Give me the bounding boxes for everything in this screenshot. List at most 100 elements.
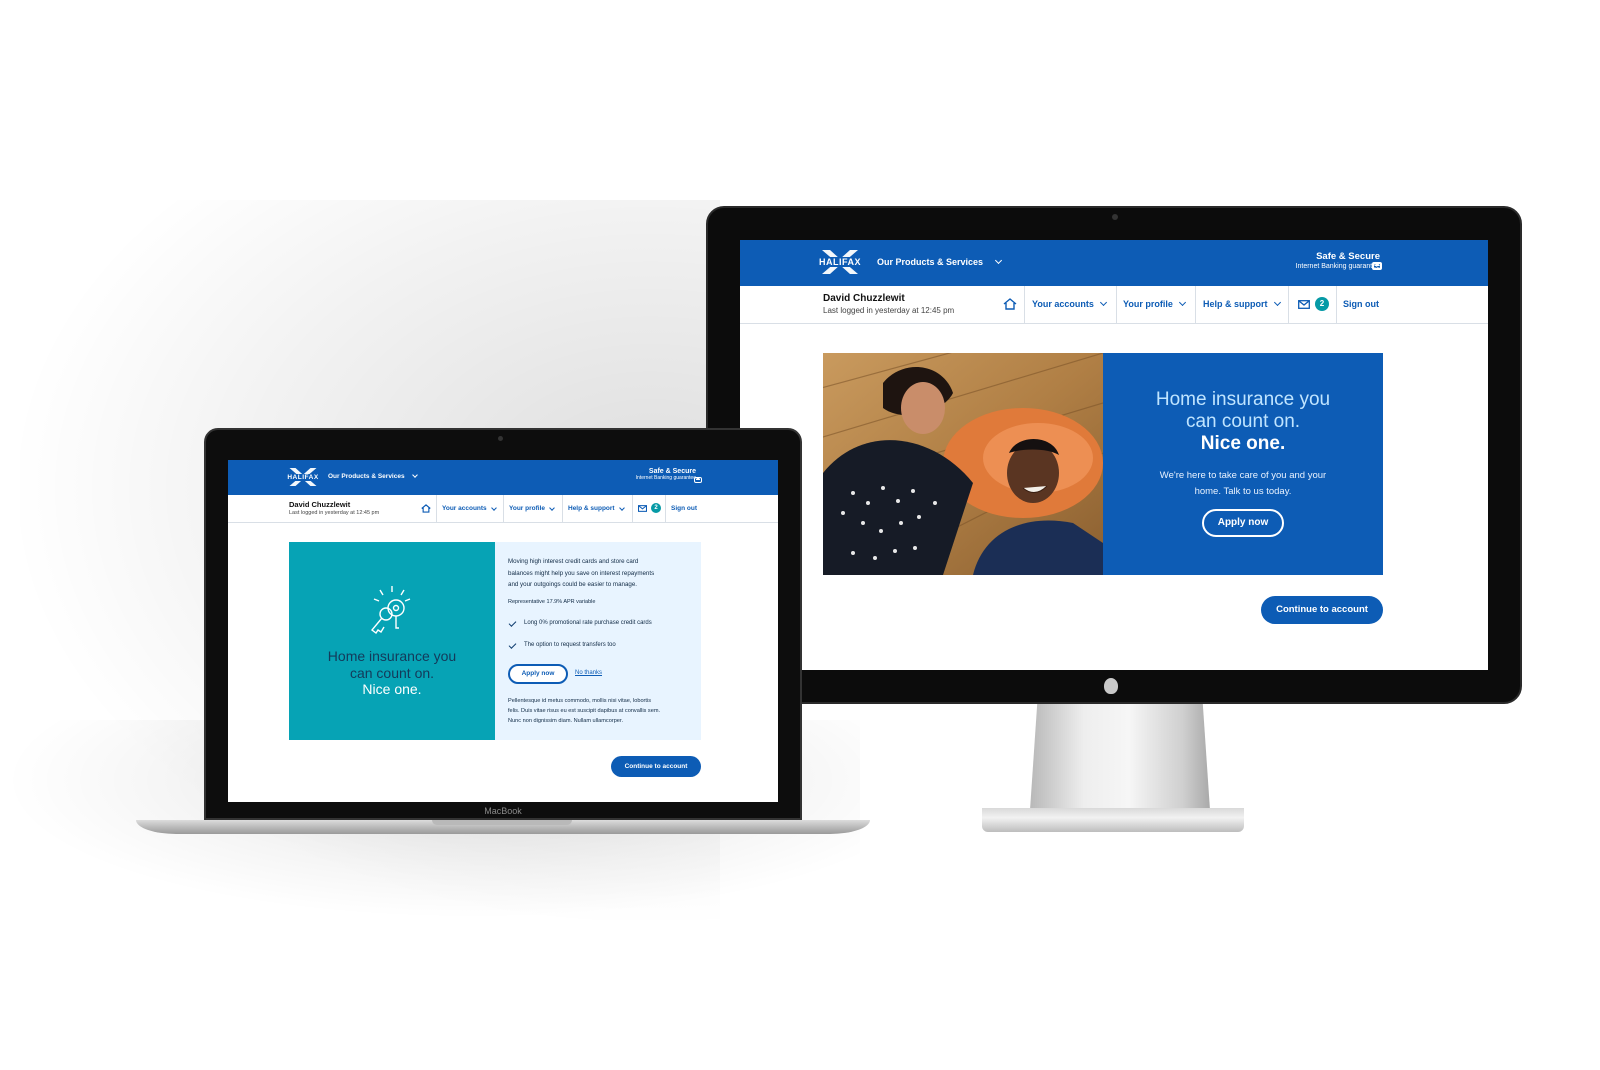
hero-headline-line1: Home insurance you bbox=[1155, 389, 1331, 410]
nav-your-accounts-label: Your accounts bbox=[1032, 299, 1094, 309]
hero-photo-couple bbox=[823, 353, 1103, 575]
sign-out-link[interactable]: Sign out bbox=[671, 505, 697, 512]
hero-body-line2: home. Talk to us today. bbox=[1194, 486, 1292, 497]
teal-headline-line1: Home insurance you bbox=[327, 648, 457, 664]
divider bbox=[665, 495, 666, 522]
intro-line3: and your outgoings could be easier to ma… bbox=[508, 581, 637, 588]
user-name: David Chuzzlewit bbox=[823, 293, 905, 304]
apply-now-button[interactable]: Apply now bbox=[1202, 509, 1284, 537]
apply-now-button[interactable]: Apply now bbox=[508, 664, 568, 684]
teal-headline: Home insurance you can count on. Nice on… bbox=[289, 648, 495, 698]
hero-body-line1: We're here to take care of you and your bbox=[1159, 470, 1327, 481]
hero-headline-line2: can count on. bbox=[1185, 411, 1301, 432]
no-thanks-link[interactable]: No thanks bbox=[575, 670, 602, 676]
sign-out-link[interactable]: Sign out bbox=[1343, 299, 1379, 309]
benefit-item: Long 0% promotional rate purchase credit… bbox=[508, 619, 652, 627]
last-login: Last logged in yesterday at 12:45 pm bbox=[823, 306, 955, 315]
promo-info-card: Moving high interest credit cards and st… bbox=[495, 542, 701, 740]
nav-your-profile[interactable]: Your profile bbox=[1123, 298, 1186, 309]
disclaimer-line1: Pellentesque id metus commodo, mollis ni… bbox=[508, 698, 652, 704]
products-services-menu[interactable]: Our Products & Services bbox=[877, 256, 1002, 267]
hero-body: We're here to take care of you and your … bbox=[1103, 468, 1383, 500]
safe-secure[interactable]: Safe & Secure Internet Banking guarantee bbox=[1296, 251, 1380, 270]
nav-help-support-label: Help & support bbox=[568, 505, 615, 512]
safe-secure-subtitle: Internet Banking guarantee bbox=[635, 475, 696, 481]
products-services-menu[interactable]: Our Products & Services bbox=[328, 472, 419, 480]
couple-photo-image bbox=[823, 353, 1103, 575]
check-icon bbox=[508, 619, 517, 627]
safe-secure-subtitle: Internet Banking guarantee bbox=[1295, 263, 1380, 270]
chevron-down-icon bbox=[549, 504, 555, 511]
macbook-device: MacBook HALIFAX Our Products & Services … bbox=[204, 428, 802, 820]
halifax-logo[interactable]: HALIFAX bbox=[818, 248, 863, 276]
last-login: Last logged in yesterday at 12:45 pm bbox=[289, 510, 380, 516]
home-link[interactable] bbox=[421, 504, 431, 513]
lock-icon bbox=[694, 477, 702, 483]
teal-headline-line2: can count on. bbox=[349, 664, 435, 681]
imac-device: HALIFAX Our Products & Services Safe & S… bbox=[706, 206, 1522, 704]
divider bbox=[1195, 286, 1196, 323]
mail-icon bbox=[638, 504, 647, 512]
messages-link[interactable]: 2 bbox=[638, 503, 661, 513]
message-count-badge: 2 bbox=[1315, 297, 1329, 311]
divider bbox=[436, 495, 437, 522]
check-icon bbox=[508, 641, 517, 649]
macbook-label: MacBook bbox=[484, 806, 522, 816]
apr-text: Representative 17.9% APR variable bbox=[508, 599, 596, 605]
chevron-down-icon bbox=[1099, 298, 1107, 307]
nav-your-profile-label: Your profile bbox=[1123, 299, 1173, 309]
safe-secure-title: Safe & Secure bbox=[648, 468, 696, 475]
imac-stand-neck bbox=[1030, 704, 1210, 810]
home-link[interactable] bbox=[1003, 298, 1017, 310]
keys-idea-icon bbox=[370, 586, 411, 635]
disclaimer-line2: felis. Duis vitae risus eu est suscipit … bbox=[508, 708, 661, 714]
messages-link[interactable]: 2 bbox=[1298, 297, 1329, 311]
divider bbox=[1116, 286, 1117, 323]
products-services-label: Our Products & Services bbox=[877, 257, 984, 267]
chevron-down-icon bbox=[490, 504, 497, 511]
nav-your-accounts[interactable]: Your accounts bbox=[1032, 298, 1107, 309]
nav-your-accounts-label: Your accounts bbox=[442, 505, 487, 512]
products-services-label: Our Products & Services bbox=[328, 473, 405, 480]
halifax-logo-text: HALIFAX bbox=[286, 473, 320, 481]
disclaimer-line3: Nunc non dignissim diam. Nullam ullamcor… bbox=[508, 718, 624, 724]
imac-camera bbox=[1112, 214, 1118, 220]
hero-promo-panel: Home insurance you can count on. Nice on… bbox=[1103, 353, 1383, 575]
imac-stand-base bbox=[982, 808, 1244, 832]
mail-icon bbox=[1298, 299, 1310, 309]
intro-line2: balances might help you save on interest… bbox=[508, 569, 655, 577]
nav-help-support[interactable]: Help & support bbox=[1203, 298, 1281, 309]
nav-your-profile[interactable]: Your profile bbox=[509, 504, 555, 512]
disclaimer-text: Pellentesque id metus commodo, mollis ni… bbox=[508, 696, 660, 726]
chevron-down-icon bbox=[618, 504, 625, 511]
continue-to-account-button[interactable]: Continue to account bbox=[1261, 596, 1383, 624]
nav-help-support-label: Help & support bbox=[1203, 299, 1268, 309]
nav-your-accounts[interactable]: Your accounts bbox=[442, 504, 497, 512]
macbook-screen: HALIFAX Our Products & Services Safe & S… bbox=[228, 460, 778, 802]
divider bbox=[1024, 286, 1025, 323]
safe-secure[interactable]: Safe & Secure Internet Banking guarantee bbox=[636, 468, 696, 481]
sub-navigation: David Chuzzlewit Last logged in yesterda… bbox=[740, 286, 1488, 324]
halifax-logo[interactable]: HALIFAX bbox=[286, 466, 320, 488]
divider bbox=[562, 495, 563, 522]
chevron-down-icon bbox=[1178, 298, 1186, 307]
nav-help-support[interactable]: Help & support bbox=[568, 504, 625, 512]
top-bar: HALIFAX Our Products & Services Safe & S… bbox=[228, 460, 778, 495]
nav-your-profile-label: Your profile bbox=[509, 505, 545, 512]
macbook-camera bbox=[498, 436, 503, 441]
hero-headline: Home insurance you can count on. Nice on… bbox=[1103, 389, 1383, 455]
promo-teal-card: Home insurance you can count on. Nice on… bbox=[289, 542, 495, 740]
intro-line1: Moving high interest credit cards and st… bbox=[508, 558, 639, 565]
safe-secure-title: Safe & Secure bbox=[1316, 251, 1380, 262]
sub-navigation: David Chuzzlewit Last logged in yesterda… bbox=[228, 495, 778, 523]
benefit-label: The option to request transfers too bbox=[524, 642, 616, 648]
continue-to-account-button[interactable]: Continue to account bbox=[611, 756, 701, 777]
divider bbox=[632, 495, 633, 522]
home-icon bbox=[421, 504, 431, 513]
benefit-item: The option to request transfers too bbox=[508, 641, 616, 649]
lock-icon bbox=[1372, 262, 1382, 270]
hero-headline-line3: Nice one. bbox=[1200, 433, 1286, 454]
message-count-badge: 2 bbox=[651, 503, 661, 513]
teal-headline-line3: Nice one. bbox=[362, 681, 422, 697]
imac-screen: HALIFAX Our Products & Services Safe & S… bbox=[740, 240, 1488, 670]
